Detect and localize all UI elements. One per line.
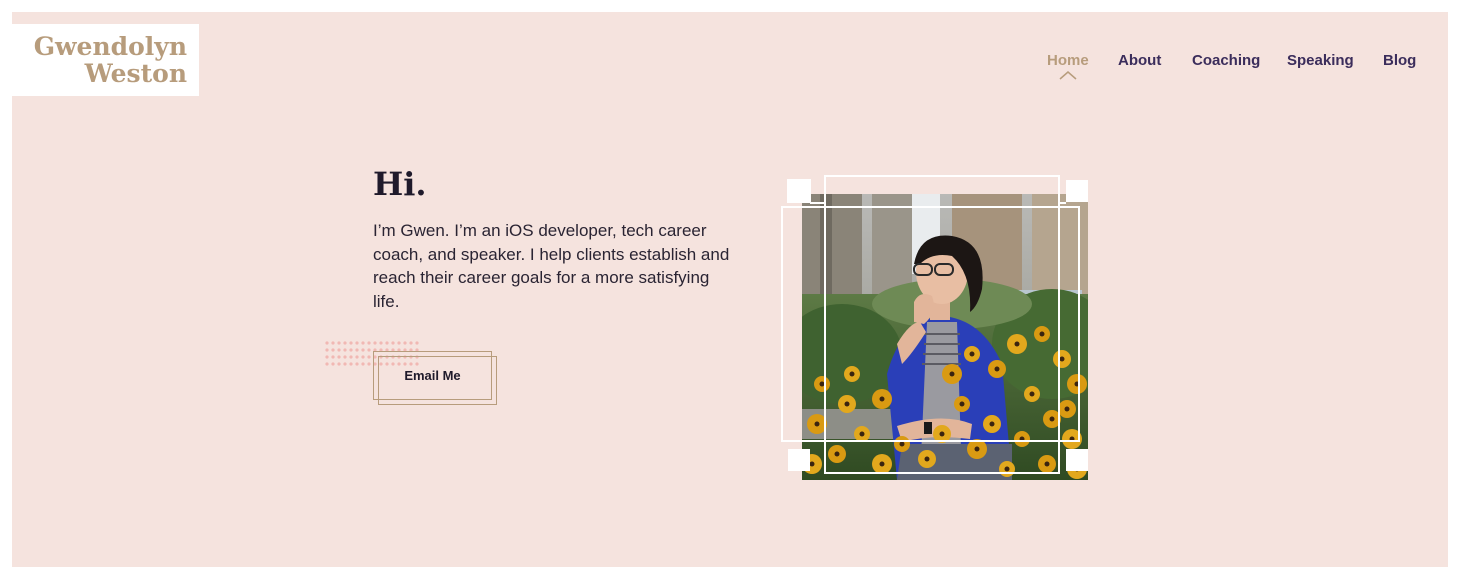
email-me-button[interactable]: Email Me: [373, 351, 492, 400]
nav-speaking[interactable]: Speaking: [1287, 52, 1354, 69]
hero-intro-text: I’m Gwen. I’m an iOS developer, tech car…: [373, 221, 730, 311]
page-frame: Gwendolyn Weston Home About Coaching Spe…: [12, 12, 1448, 567]
nav-home[interactable]: Home: [1047, 52, 1089, 69]
email-button-wrapper: Email Me: [373, 351, 498, 406]
nav-coaching[interactable]: Coaching: [1192, 52, 1260, 69]
nav-blog[interactable]: Blog: [1383, 52, 1416, 69]
hero-title: Hi.: [373, 165, 427, 203]
nav-about[interactable]: About: [1118, 52, 1161, 69]
portrait-block: [780, 174, 1090, 484]
portrait-photo: [802, 194, 1088, 480]
chevron-up-icon: [1059, 71, 1077, 80]
main-nav: Home About Coaching Speaking Blog: [12, 12, 1448, 112]
